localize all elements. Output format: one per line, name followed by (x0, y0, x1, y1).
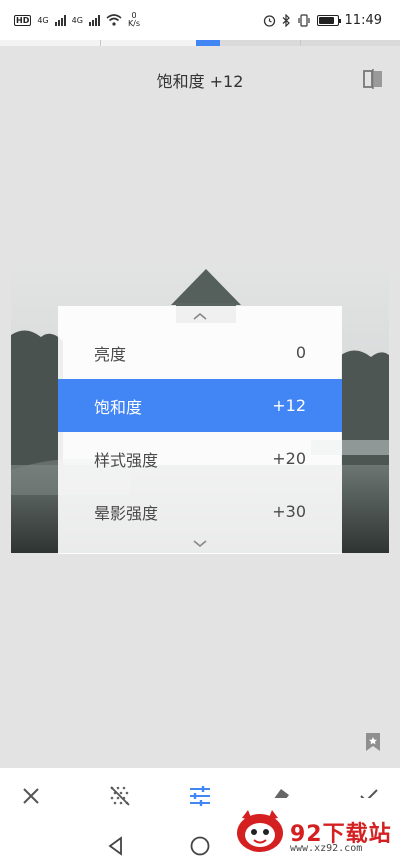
chevron-down-icon (193, 540, 207, 548)
chevron-up-icon (193, 312, 207, 320)
close-icon (23, 788, 39, 804)
clock: 11:49 (344, 12, 382, 28)
menu-item-style-strength[interactable]: 样式强度 +20 (58, 432, 342, 485)
adjust-progress-track[interactable] (0, 40, 400, 46)
menu-item-label: 样式强度 (94, 450, 159, 470)
wifi-icon (106, 14, 122, 26)
menu-item-value: 0 (295, 343, 306, 362)
watermark-logo-icon (237, 810, 283, 852)
status-left: HD 4G 4G 0 K/s (14, 12, 140, 28)
menu-item-vignette-strength[interactable]: 晕影强度 +30 (58, 485, 342, 538)
scroll-down-button[interactable] (58, 534, 342, 554)
page-title: 饱和度 +12 (156, 72, 244, 91)
bluetooth-icon (282, 13, 290, 27)
network-label-2: 4G (71, 15, 83, 25)
signal-icon (54, 14, 66, 26)
net-speed-unit: K/s (127, 19, 141, 28)
menu-item-saturation[interactable]: 饱和度 +12 (58, 379, 342, 432)
progress-tick (300, 40, 301, 46)
alarm-icon (263, 14, 275, 27)
watermark-url: www.xz92.com (290, 843, 363, 854)
signal-icon-2 (88, 14, 100, 26)
progress-tick (100, 40, 101, 46)
tune-icon (190, 786, 210, 806)
adjustment-menu: 亮度 0 饱和度 +12 样式强度 +20 晕影强度 +30 (58, 306, 342, 554)
menu-item-label: 晕影强度 (94, 503, 159, 523)
menu-item-value: +12 (272, 396, 306, 415)
scroll-up-button[interactable] (58, 306, 342, 326)
watermark: 92下载站 www.xz92.com (226, 798, 400, 867)
menu-item-value: +20 (272, 449, 306, 468)
style-icon (110, 786, 130, 806)
tune-button[interactable] (186, 782, 214, 810)
menu-item-value: +30 (272, 502, 306, 521)
compare-icon[interactable] (362, 68, 384, 90)
close-button[interactable] (17, 782, 45, 810)
style-button[interactable] (106, 782, 134, 810)
status-bar: HD 4G 4G 0 K/s 11:49 (0, 0, 400, 40)
status-right: 11:49 (263, 13, 382, 28)
menu-item-label: 亮度 (94, 344, 127, 364)
adjust-progress-fill (0, 40, 208, 46)
menu-item-label: 饱和度 (94, 397, 143, 417)
hd-badge: HD (14, 14, 32, 26)
battery-icon (316, 14, 341, 26)
bookmark-icon[interactable] (364, 732, 382, 752)
home-icon[interactable] (188, 834, 212, 858)
net-speed: 0 K/s (128, 12, 140, 28)
back-icon[interactable] (104, 834, 128, 858)
vibrate-icon (297, 13, 310, 27)
adjust-progress-thumb[interactable] (196, 40, 220, 46)
network-label-1: 4G (37, 15, 49, 25)
menu-item-brightness[interactable]: 亮度 0 (58, 326, 342, 379)
